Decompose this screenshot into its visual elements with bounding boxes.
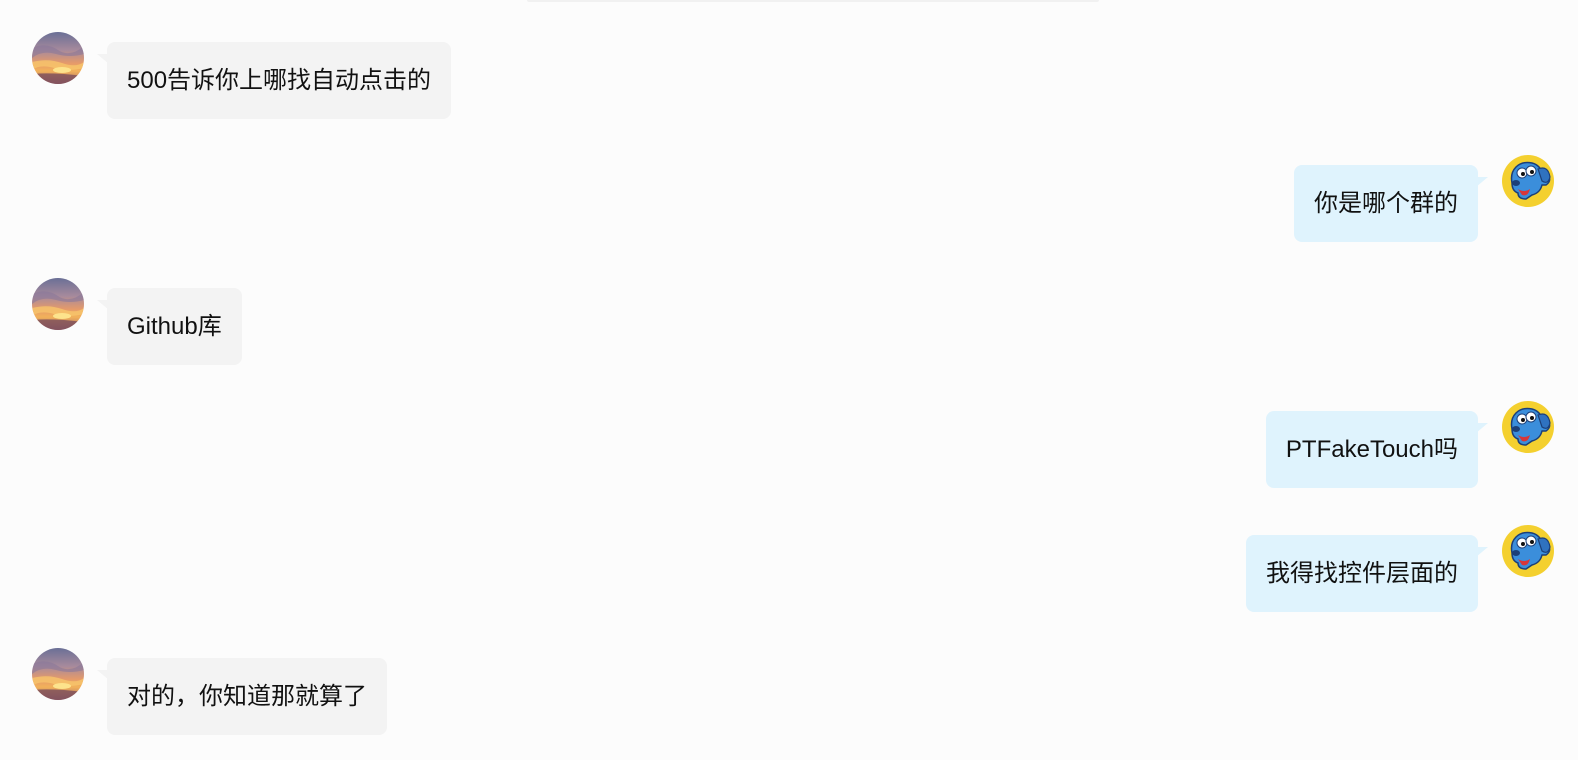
sunset-avatar-icon[interactable] <box>32 278 84 330</box>
message-row: 我得找控件层面的 <box>0 535 1578 615</box>
message-text: Github库 <box>127 313 222 340</box>
bubble-tail <box>1476 177 1488 187</box>
scroll-top-edge <box>527 0 1099 2</box>
message-row: 你是哪个群的 <box>0 165 1578 245</box>
message-row: PTFakeTouch吗 <box>0 411 1578 491</box>
bubble-tail <box>97 300 109 310</box>
message-text: PTFakeTouch吗 <box>1285 436 1458 463</box>
message-row: 500告诉你上哪找自动点击的 <box>0 42 1578 122</box>
blue-dog-avatar-icon[interactable] <box>1502 401 1554 453</box>
message-bubble[interactable]: Github库 <box>97 288 242 365</box>
message-bubble[interactable]: PTFakeTouch吗 <box>1265 411 1488 488</box>
sunset-avatar-icon[interactable] <box>32 32 84 84</box>
message-row: 对的，你知道那就算了 <box>0 658 1578 738</box>
bubble-tail <box>1476 423 1488 433</box>
sunset-avatar-icon[interactable] <box>32 648 84 700</box>
message-bubble[interactable]: 500告诉你上哪找自动点击的 <box>97 42 452 119</box>
message-text: 你是哪个群的 <box>1314 190 1458 217</box>
bubble-tail <box>1476 547 1488 557</box>
bubble-tail <box>97 54 109 64</box>
message-bubble[interactable]: 你是哪个群的 <box>1294 165 1488 242</box>
message-row: Github库 <box>0 288 1578 368</box>
message-bubble[interactable]: 对的，你知道那就算了 <box>97 658 387 735</box>
blue-dog-avatar-icon[interactable] <box>1502 155 1554 207</box>
message-bubble[interactable]: 我得找控件层面的 <box>1246 535 1488 612</box>
message-text: 500告诉你上哪找自动点击的 <box>127 67 432 94</box>
message-text: 对的，你知道那就算了 <box>127 683 367 710</box>
message-text: 我得找控件层面的 <box>1266 560 1458 587</box>
chat-window: 500告诉你上哪找自动点击的 你是哪个群的 Github库 PTFakeTouc… <box>0 0 1578 760</box>
blue-dog-avatar-icon[interactable] <box>1502 525 1554 577</box>
bubble-tail <box>97 670 109 680</box>
